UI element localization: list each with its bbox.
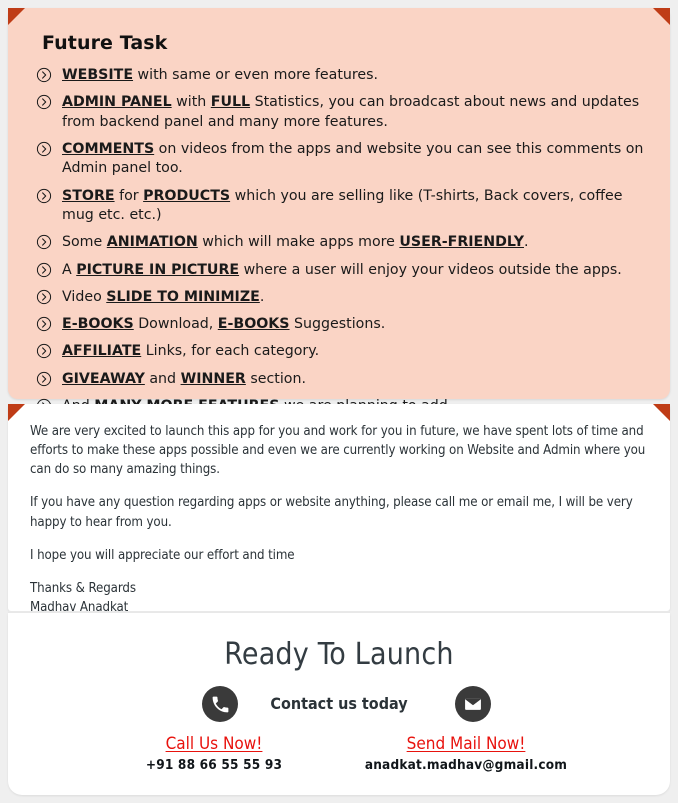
future-task-title: Future Task [42, 32, 168, 54]
corner-fold-top-left-icon [8, 404, 25, 421]
chevron-right-circle-icon [36, 67, 52, 83]
chevron-right-circle-icon [36, 262, 52, 278]
future-task-list: WEBSITE with same or even more features.… [34, 66, 646, 416]
list-item: GIVEAWAY and WINNER section. [34, 370, 646, 389]
letter-paragraph-1: We are very excited to launch this app f… [30, 424, 646, 478]
email-address-value: anadkat.madhav@gmail.com [364, 757, 568, 773]
list-item-text: ADMIN PANEL with FULL Statistics, you ca… [62, 94, 640, 130]
chevron-right-circle-icon [36, 289, 52, 305]
corner-fold-top-right-icon [653, 404, 670, 421]
corner-fold-top-left-icon [8, 8, 25, 25]
send-mail-now-link[interactable]: Send Mail Now! [316, 734, 616, 754]
list-item-text: COMMENTS on videos from the apps and web… [62, 140, 644, 177]
list-item-text: GIVEAWAY and WINNER section. [62, 370, 306, 387]
contact-links-row: Call Us Now! +91 88 66 55 55 93 Send Mai… [8, 734, 670, 784]
letter-panel: We are very excited to launch this app f… [8, 404, 670, 615]
list-item: Some ANIMATION which will make apps more… [34, 233, 646, 252]
list-item-text: A PICTURE IN PICTURE where a user will e… [62, 261, 622, 278]
future-task-panel: Future Task WEBSITE with same or even mo… [8, 8, 670, 414]
chevron-right-circle-icon [36, 234, 52, 250]
list-item: ADMIN PANEL with FULL Statistics, you ca… [34, 93, 646, 132]
list-item: A PICTURE IN PICTURE where a user will e… [34, 261, 646, 280]
list-item-text: WEBSITE with same or even more features. [62, 67, 379, 83]
list-item: STORE for PRODUCTS which you are selling… [34, 187, 646, 226]
chevron-right-circle-icon [36, 343, 52, 359]
list-item-text: E-BOOKS Download, E-BOOKS Suggestions. [62, 316, 386, 333]
ready-to-launch-panel: Ready To Launch Contact us today Call Us… [8, 613, 670, 795]
list-item: Video SLIDE TO MINIMIZE. [34, 288, 646, 307]
envelope-icon[interactable] [455, 686, 491, 722]
letter-paragraph-3: I hope you will appreciate our effort an… [30, 547, 295, 563]
list-item-text: Video SLIDE TO MINIMIZE. [62, 288, 265, 305]
list-item: E-BOOKS Download, E-BOOKS Suggestions. [34, 315, 646, 334]
chevron-right-circle-icon [36, 141, 52, 157]
contact-icons-row: Contact us today [8, 686, 670, 732]
chevron-right-circle-icon [36, 371, 52, 387]
ready-to-launch-title: Ready To Launch [224, 637, 454, 672]
contact-heading: Contact us today [270, 694, 408, 713]
list-item: COMMENTS on videos from the apps and web… [34, 140, 646, 179]
corner-fold-top-right-icon [653, 8, 670, 25]
email-newsletter-page: Future Task WEBSITE with same or even mo… [0, 0, 678, 803]
letter-paragraph-2: If you have any question regarding apps … [30, 495, 633, 530]
list-item-text: Some ANIMATION which will make apps more… [62, 234, 529, 251]
mail-contact-block: Send Mail Now! anadkat.madhav@gmail.com [316, 734, 616, 773]
list-item-text: STORE for PRODUCTS which you are selling… [62, 187, 623, 223]
chevron-right-circle-icon [36, 316, 52, 332]
list-item: AFFILIATE Links, for each category. [34, 342, 646, 361]
letter-signoff: Thanks & Regards [30, 580, 136, 596]
chevron-right-circle-icon [36, 188, 52, 204]
chevron-right-circle-icon [36, 94, 52, 110]
list-item: WEBSITE with same or even more features. [34, 66, 646, 85]
list-item-text: AFFILIATE Links, for each category. [62, 343, 320, 360]
